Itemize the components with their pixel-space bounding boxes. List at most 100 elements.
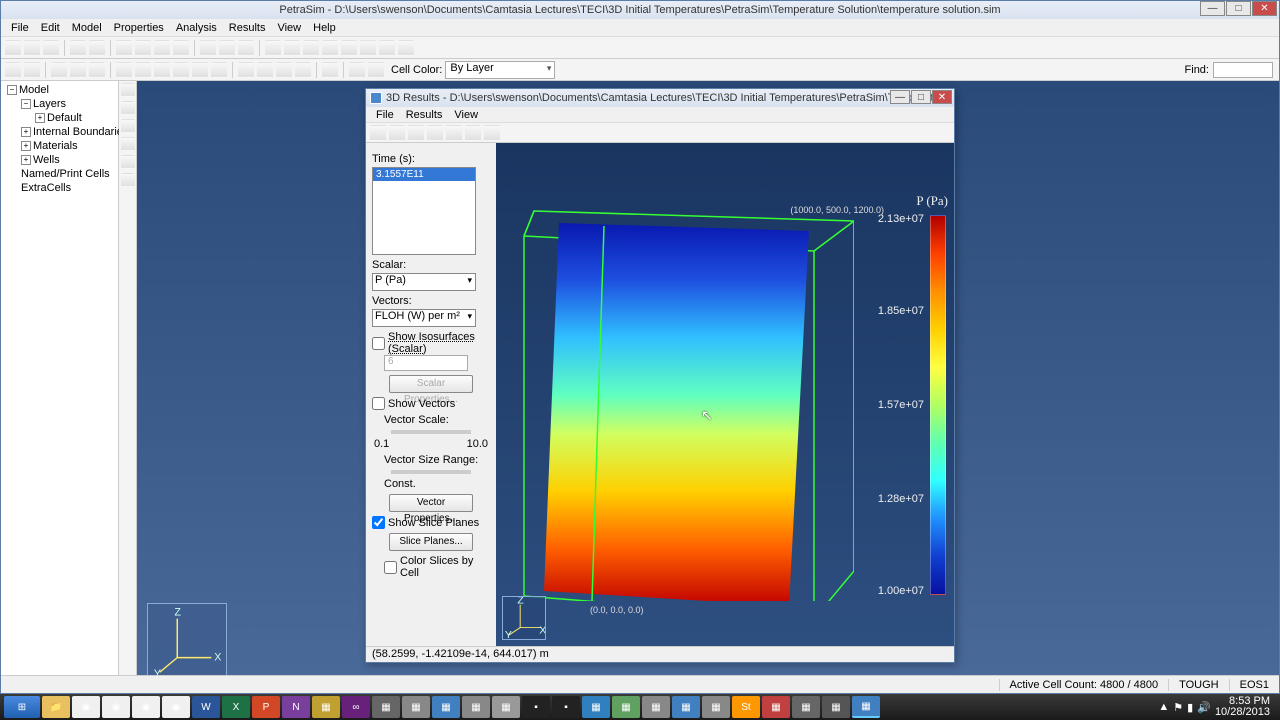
rt-open-icon[interactable] — [370, 125, 386, 141]
color-slices-checkbox[interactable] — [384, 561, 397, 574]
task-powerpoint[interactable]: P — [252, 696, 280, 718]
tree-internal-boundaries[interactable]: +Internal Boundaries — [3, 125, 116, 139]
open-icon[interactable] — [24, 40, 40, 56]
results-min-button[interactable]: — — [890, 90, 910, 104]
rotate-icon[interactable] — [173, 62, 189, 78]
toggle2-icon[interactable] — [276, 62, 292, 78]
rt-cube1-icon[interactable] — [446, 125, 462, 141]
rt-text-icon[interactable] — [427, 125, 443, 141]
tray-vol-icon[interactable]: 🔊 — [1197, 701, 1211, 714]
layers2-icon[interactable] — [368, 62, 384, 78]
task-app7[interactable]: ▦ — [582, 696, 610, 718]
left-icon[interactable] — [70, 62, 86, 78]
rt-cube2-icon[interactable] — [465, 125, 481, 141]
menu-file[interactable]: File — [5, 22, 35, 34]
tree-default[interactable]: +Default — [3, 111, 116, 125]
show-iso-checkbox[interactable] — [372, 337, 385, 350]
results-menu-results[interactable]: Results — [400, 109, 449, 121]
results-icon[interactable] — [360, 40, 376, 56]
results-max-button[interactable]: □ — [911, 90, 931, 104]
st-grid-icon[interactable] — [121, 101, 135, 115]
vector-scale-slider[interactable] — [391, 430, 471, 434]
zoombox-icon[interactable] — [211, 62, 227, 78]
tree-wells[interactable]: +Wells — [3, 153, 116, 167]
task-word[interactable]: W — [192, 696, 220, 718]
task-sublime[interactable]: St — [732, 696, 760, 718]
menu-model[interactable]: Model — [66, 22, 108, 34]
home-icon[interactable] — [51, 62, 67, 78]
menu-analysis[interactable]: Analysis — [170, 22, 223, 34]
st-text-icon[interactable] — [121, 119, 135, 133]
stop-icon[interactable] — [341, 40, 357, 56]
st-down-icon[interactable] — [121, 155, 135, 169]
task-app3[interactable]: ▦ — [402, 696, 430, 718]
menu-properties[interactable]: Properties — [108, 22, 170, 34]
vector-size-slider[interactable] — [391, 470, 471, 474]
tree-layers[interactable]: −Layers — [3, 97, 116, 111]
sphere-icon[interactable] — [154, 40, 170, 56]
st-pencil-icon[interactable] — [121, 137, 135, 151]
tray-net-icon[interactable]: ▮ — [1187, 701, 1193, 714]
cellcolor-combo[interactable]: By Layer — [445, 61, 555, 79]
st-down2-icon[interactable] — [121, 173, 135, 187]
globe-icon[interactable] — [219, 40, 235, 56]
tree-root[interactable]: −Model — [3, 83, 116, 97]
menu-help[interactable]: Help — [307, 22, 342, 34]
pan-icon[interactable] — [135, 62, 151, 78]
results-menu-file[interactable]: File — [370, 109, 400, 121]
tree-materials[interactable]: +Materials — [3, 139, 116, 153]
task-app9[interactable]: ▦ — [642, 696, 670, 718]
check-icon[interactable] — [265, 40, 281, 56]
rt-cube3-icon[interactable] — [484, 125, 500, 141]
tree-named-print[interactable]: Named/Print Cells — [3, 167, 116, 181]
slice-planes-button[interactable]: Slice Planes... — [389, 533, 473, 551]
close-button[interactable]: ✕ — [1252, 1, 1277, 16]
zoom-icon[interactable] — [192, 62, 208, 78]
task-app11[interactable]: ▦ — [702, 696, 730, 718]
vectors-combo[interactable]: FLOH (W) per m² — [372, 309, 476, 327]
task-app6[interactable]: ▦ — [492, 696, 520, 718]
toggle1-icon[interactable] — [257, 62, 273, 78]
task-chrome4[interactable]: ◉ — [162, 696, 190, 718]
task-app14[interactable]: ▦ — [822, 696, 850, 718]
redo-icon[interactable] — [89, 40, 105, 56]
view3d-icon[interactable] — [5, 62, 21, 78]
time-listbox[interactable]: 3.1557E11 — [372, 167, 476, 255]
cells-icon[interactable] — [349, 62, 365, 78]
vector-props-button[interactable]: Vector Properties... — [389, 494, 473, 512]
task-app12[interactable]: ▦ — [762, 696, 790, 718]
task-app5[interactable]: ▦ — [462, 696, 490, 718]
task-vs[interactable]: ∞ — [342, 696, 370, 718]
task-explorer[interactable]: 📁 — [42, 696, 70, 718]
run-icon[interactable] — [284, 40, 300, 56]
task-term1[interactable]: ▪ — [522, 696, 550, 718]
iso-count-spinner[interactable]: 6 — [384, 355, 468, 371]
rt-refresh-icon[interactable] — [389, 125, 405, 141]
prism-icon[interactable] — [173, 40, 189, 56]
task-app8[interactable]: ▦ — [612, 696, 640, 718]
undo-icon[interactable] — [70, 40, 86, 56]
right-icon[interactable] — [89, 62, 105, 78]
task-app10[interactable]: ▦ — [672, 696, 700, 718]
mesh-icon[interactable] — [200, 40, 216, 56]
task-app2[interactable]: ▦ — [372, 696, 400, 718]
show-slice-checkbox[interactable] — [372, 516, 385, 529]
tree-extracells[interactable]: ExtraCells — [3, 181, 116, 195]
task-app1[interactable]: ▦ — [312, 696, 340, 718]
maximize-button[interactable]: □ — [1226, 1, 1251, 16]
scalar-props-button[interactable]: Scalar Properties... — [389, 375, 473, 393]
save-icon[interactable] — [43, 40, 59, 56]
st-select-icon[interactable] — [121, 83, 135, 97]
view2d-icon[interactable] — [24, 62, 40, 78]
chart-icon[interactable] — [398, 40, 414, 56]
task-app4[interactable]: ▦ — [432, 696, 460, 718]
plot-icon[interactable] — [379, 40, 395, 56]
results-menu-view[interactable]: View — [448, 109, 484, 121]
task-onenote[interactable]: N — [282, 696, 310, 718]
task-excel[interactable]: X — [222, 696, 250, 718]
pointer-icon[interactable] — [116, 62, 132, 78]
cylinder-icon[interactable] — [135, 40, 151, 56]
toggle3-icon[interactable] — [295, 62, 311, 78]
menu-view[interactable]: View — [271, 22, 307, 34]
move-icon[interactable] — [154, 62, 170, 78]
